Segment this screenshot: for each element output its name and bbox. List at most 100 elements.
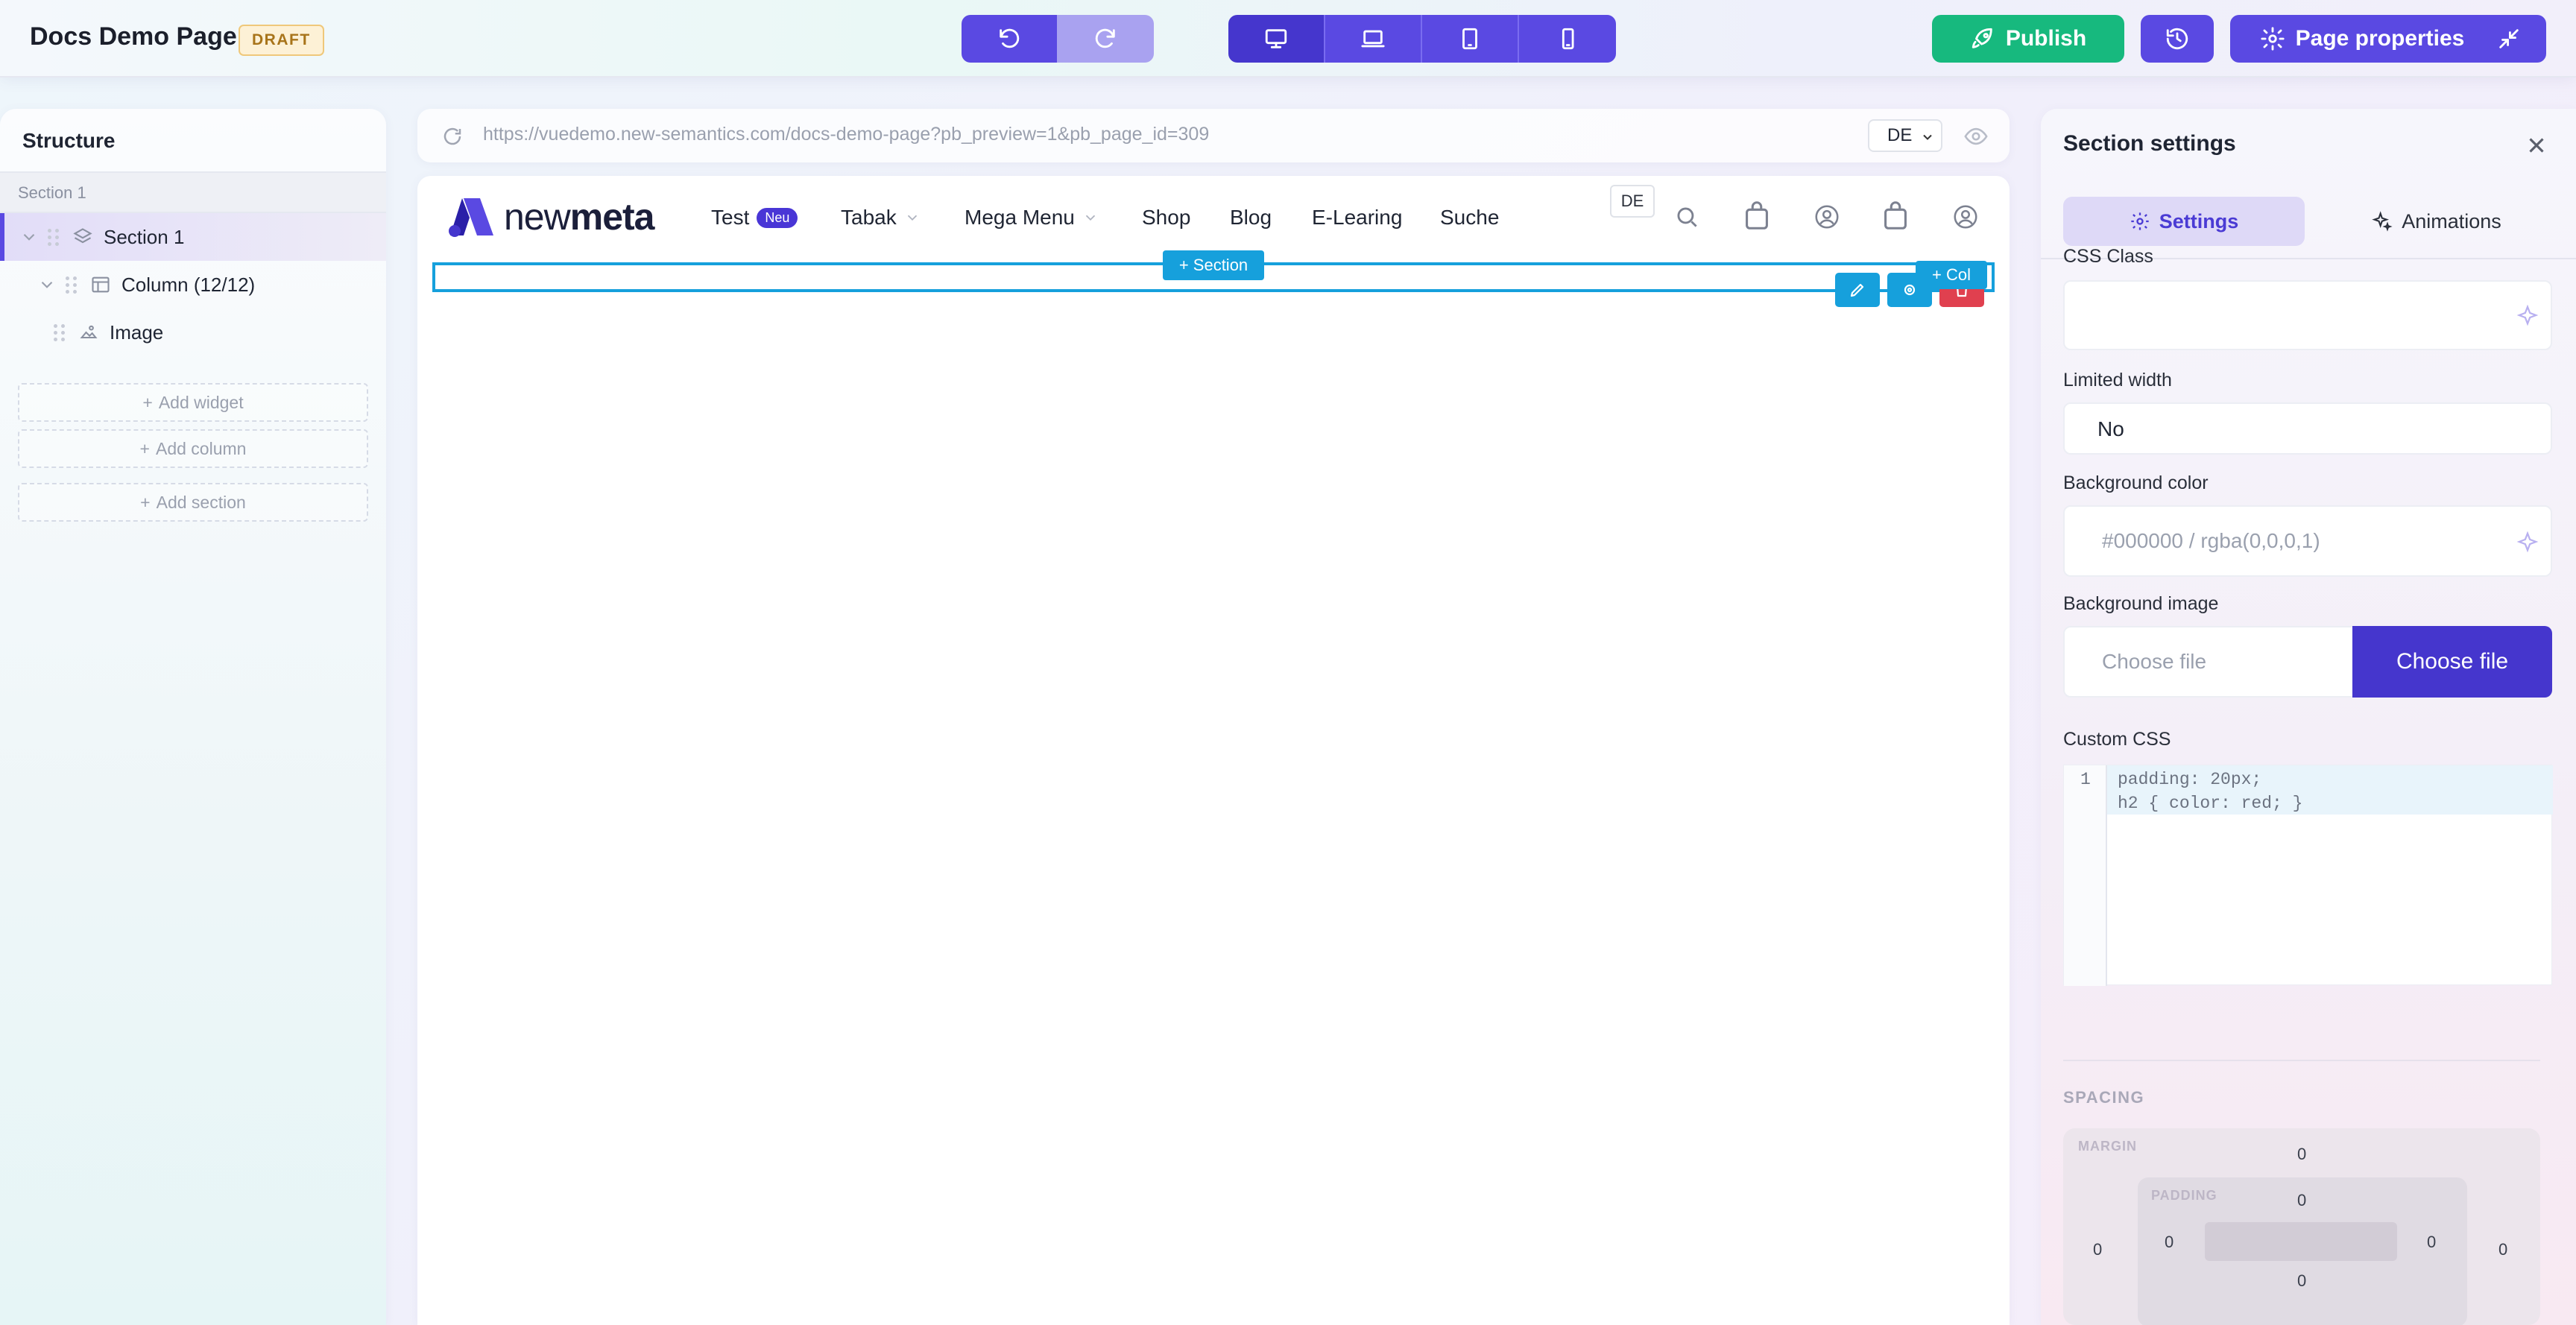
tree-item-section[interactable]: Section 1 bbox=[0, 213, 386, 261]
sparkle-icon[interactable] bbox=[2516, 304, 2539, 326]
image-icon bbox=[80, 325, 98, 339]
chevron-down-icon bbox=[907, 215, 917, 221]
nav-item-test[interactable]: Test Neu bbox=[711, 206, 798, 230]
nav-item-suche[interactable]: Suche bbox=[1440, 206, 1499, 230]
search-icon[interactable] bbox=[1673, 203, 1701, 231]
add-section-tag[interactable]: + Section bbox=[1163, 250, 1264, 280]
rocket-icon bbox=[1972, 28, 1992, 48]
chevron-down-icon[interactable] bbox=[37, 275, 57, 294]
nav-label: Tabak bbox=[841, 206, 897, 229]
margin-box: MARGIN 0 0 0 PADDING 0 0 0 0 bbox=[2063, 1128, 2540, 1325]
add-column-label: Add column bbox=[155, 438, 247, 458]
padding-top-value[interactable]: 0 bbox=[2297, 1191, 2306, 1210]
sparkle-icon[interactable] bbox=[2516, 531, 2539, 553]
user-icon[interactable] bbox=[1951, 203, 1980, 231]
shopping-bag-icon[interactable] bbox=[1878, 198, 1913, 233]
device-mobile-button[interactable] bbox=[1519, 15, 1616, 63]
user-icon[interactable] bbox=[1813, 203, 1841, 231]
bg-color-label: Background color bbox=[2063, 472, 2209, 493]
margin-top-value[interactable]: 0 bbox=[2297, 1145, 2306, 1164]
nav-item-mega-menu[interactable]: Mega Menu bbox=[965, 206, 1099, 230]
add-column-tag[interactable]: + Col bbox=[1916, 261, 1987, 289]
chevron-down-icon[interactable] bbox=[19, 227, 39, 247]
padding-left-value[interactable]: 0 bbox=[2165, 1233, 2174, 1252]
bg-image-file-input[interactable]: Choose file bbox=[2063, 626, 2361, 698]
preview-url[interactable]: https://vuedemo.new-semantics.com/docs-d… bbox=[483, 124, 1209, 145]
css-class-input[interactable] bbox=[2063, 280, 2552, 350]
eye-icon[interactable] bbox=[1963, 124, 1989, 149]
nav-item-blog[interactable]: Blog bbox=[1230, 206, 1272, 230]
layers-icon bbox=[73, 228, 92, 244]
chevron-down-icon bbox=[1923, 134, 1932, 140]
language-select[interactable]: DE bbox=[1868, 119, 1942, 152]
section-settings-panel: Section settings Settings Animations CSS… bbox=[2041, 109, 2576, 1325]
page-properties-button[interactable]: Page properties bbox=[2230, 15, 2494, 63]
plus-icon: + bbox=[142, 392, 153, 412]
undo-button[interactable] bbox=[962, 15, 1057, 63]
preview-url-bar: https://vuedemo.new-semantics.com/docs-d… bbox=[417, 109, 2010, 162]
structure-group-label: Section 1 bbox=[0, 173, 386, 213]
add-widget-label: Add widget bbox=[158, 392, 244, 412]
css-class-label: CSS Class bbox=[2063, 246, 2153, 267]
publish-button[interactable]: Publish bbox=[1932, 15, 2124, 63]
settings-title: Section settings bbox=[2063, 131, 2236, 156]
tab-label: Settings bbox=[2159, 209, 2239, 233]
shopping-bag-icon[interactable] bbox=[1740, 198, 1774, 233]
padding-right-value[interactable]: 0 bbox=[2427, 1233, 2436, 1252]
device-laptop-button[interactable] bbox=[1325, 15, 1422, 63]
nav-label: E-Learing bbox=[1312, 206, 1403, 229]
mobile-icon bbox=[1562, 28, 1574, 50]
collapse-editor-button[interactable] bbox=[2472, 15, 2546, 63]
device-tablet-button[interactable] bbox=[1422, 15, 1519, 63]
custom-css-editor[interactable]: 1 padding: 20px; h2 { color: red; } bbox=[2063, 765, 2553, 986]
sparkles-icon bbox=[2372, 211, 2393, 232]
margin-left-value[interactable]: 0 bbox=[2093, 1240, 2102, 1259]
tree-item-label: Image bbox=[110, 320, 164, 344]
column-layout-icon bbox=[92, 276, 110, 293]
tree-item-column[interactable]: Column (12/12) bbox=[0, 261, 386, 309]
bg-color-input[interactable]: #000000 / rgba(0,0,0,1) bbox=[2063, 505, 2552, 577]
page-properties-label: Page properties bbox=[2295, 26, 2465, 51]
tree-item-image[interactable]: Image bbox=[0, 309, 386, 356]
gear-icon bbox=[2261, 27, 2285, 51]
publish-label: Publish bbox=[2005, 26, 2087, 51]
drag-handle-icon[interactable] bbox=[54, 323, 65, 341]
site-logo[interactable]: newmeta bbox=[447, 195, 654, 238]
bg-image-placeholder: Choose file bbox=[2102, 650, 2207, 673]
limited-width-select[interactable]: No bbox=[2063, 402, 2552, 455]
language-select-value: DE bbox=[1887, 125, 1913, 145]
close-icon[interactable] bbox=[2524, 133, 2549, 158]
new-badge: Neu bbox=[757, 207, 798, 228]
gear-icon bbox=[2131, 212, 2149, 230]
drag-handle-icon[interactable] bbox=[66, 276, 77, 294]
spacing-heading: SPACING bbox=[2063, 1088, 2145, 1107]
add-section-button[interactable]: + Add section bbox=[18, 483, 368, 522]
site-language-badge[interactable]: DE bbox=[1610, 185, 1655, 218]
newmeta-logo-icon bbox=[449, 198, 493, 237]
tab-settings[interactable]: Settings bbox=[2063, 197, 2305, 246]
nav-item-e-learning[interactable]: E-Learing bbox=[1312, 206, 1402, 230]
nav-item-tabak[interactable]: Tabak bbox=[841, 206, 921, 230]
drag-handle-icon[interactable] bbox=[48, 228, 59, 246]
refresh-icon[interactable] bbox=[441, 125, 464, 148]
choose-file-button[interactable]: Choose file bbox=[2352, 626, 2552, 698]
padding-label: PADDING bbox=[2151, 1188, 2217, 1203]
history-button[interactable] bbox=[2141, 15, 2214, 63]
add-column-button[interactable]: + Add column bbox=[18, 429, 368, 468]
tree-item-label: Section 1 bbox=[104, 225, 185, 248]
redo-button[interactable] bbox=[1057, 15, 1154, 63]
line-number: 1 bbox=[2080, 770, 2091, 789]
nav-label: Suche bbox=[1440, 206, 1500, 229]
site-navigation: newmeta Test Neu Tabak Mega Menu Shop Bl… bbox=[417, 176, 2010, 259]
add-widget-button[interactable]: + Add widget bbox=[18, 383, 368, 422]
preview-canvas[interactable]: newmeta Test Neu Tabak Mega Menu Shop Bl… bbox=[417, 176, 2010, 1325]
edit-section-button[interactable] bbox=[1835, 273, 1880, 307]
margin-right-value[interactable]: 0 bbox=[2498, 1240, 2507, 1259]
structure-heading: Structure bbox=[0, 109, 386, 173]
tab-animations[interactable]: Animations bbox=[2321, 197, 2552, 246]
padding-bottom-value[interactable]: 0 bbox=[2297, 1271, 2306, 1291]
device-desktop-button[interactable] bbox=[1228, 15, 1325, 63]
nav-label: Blog bbox=[1230, 206, 1272, 229]
tablet-icon bbox=[1462, 28, 1477, 50]
nav-item-shop[interactable]: Shop bbox=[1142, 206, 1190, 230]
